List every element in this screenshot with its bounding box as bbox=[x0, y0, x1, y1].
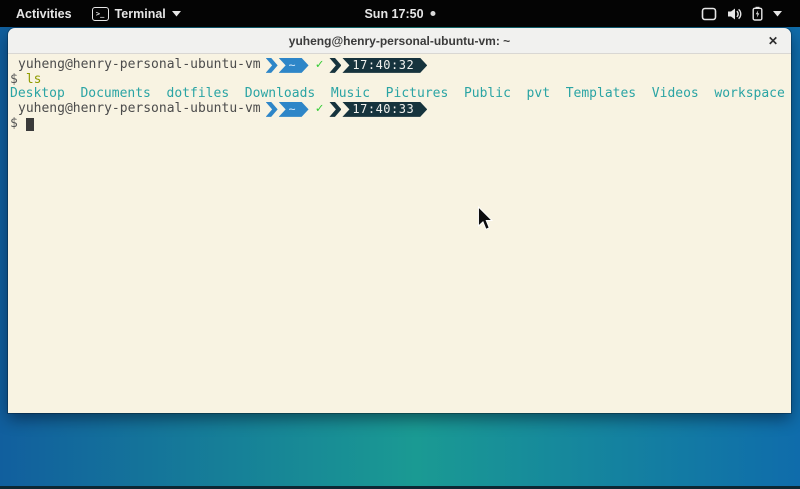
prompt-user: yuheng@henry-personal-ubuntu-vm bbox=[18, 102, 261, 117]
prompt-cwd: ~ bbox=[279, 102, 309, 117]
caret-down-icon bbox=[172, 11, 181, 17]
screen-icon bbox=[701, 7, 717, 21]
ls-output: Desktop Documents dotfiles Downloads Mus… bbox=[10, 87, 789, 102]
prompt-time: 17:40:33 bbox=[342, 102, 427, 117]
prompt-symbol: $ bbox=[10, 73, 18, 88]
prompt-line: yuheng@henry-personal-ubuntu-vm ~ ✓ 17:4… bbox=[10, 102, 789, 117]
terminal-window: yuheng@henry-personal-ubuntu-vm: ~ ✕ yuh… bbox=[8, 28, 791, 413]
terminal-cursor bbox=[26, 118, 34, 131]
system-menu-button[interactable] bbox=[701, 6, 782, 21]
titlebar[interactable]: yuheng@henry-personal-ubuntu-vm: ~ ✕ bbox=[8, 28, 791, 54]
terminal-screen[interactable]: yuheng@henry-personal-ubuntu-vm ~ ✓ 17:4… bbox=[8, 54, 791, 413]
powerline-arrow-icon bbox=[329, 58, 341, 73]
battery-charging-icon bbox=[752, 6, 763, 21]
powerline-arrow-icon bbox=[266, 102, 278, 117]
status-check-icon: ✓ bbox=[316, 58, 324, 73]
terminal-icon: >_ bbox=[92, 7, 109, 21]
desktop: { "top_bar": { "activities_label": "Acti… bbox=[0, 0, 800, 489]
activities-button[interactable]: Activities bbox=[12, 5, 76, 23]
notification-dot bbox=[431, 11, 436, 16]
powerline-arrow-icon bbox=[266, 58, 278, 73]
close-icon[interactable]: ✕ bbox=[768, 35, 778, 47]
app-menu-button[interactable]: >_ Terminal bbox=[92, 7, 181, 21]
prompt-line: yuheng@henry-personal-ubuntu-vm ~ ✓ 17:4… bbox=[10, 58, 789, 73]
input-line: $ bbox=[10, 117, 789, 132]
command-line: $ ls bbox=[10, 73, 789, 88]
clock-label: Sun 17:50 bbox=[364, 7, 423, 21]
powerline-arrow-icon bbox=[329, 102, 341, 117]
window-title: yuheng@henry-personal-ubuntu-vm: ~ bbox=[289, 34, 510, 48]
chevron-down-icon bbox=[773, 11, 782, 17]
prompt-time: 17:40:32 bbox=[342, 58, 427, 73]
prompt-user: yuheng@henry-personal-ubuntu-vm bbox=[18, 58, 261, 73]
prompt-symbol: $ bbox=[10, 117, 18, 132]
status-check-icon: ✓ bbox=[316, 102, 324, 117]
clock-button[interactable]: Sun 17:50 bbox=[364, 0, 435, 27]
mouse-cursor bbox=[477, 206, 496, 233]
volume-icon bbox=[727, 7, 742, 21]
command-text: ls bbox=[26, 73, 42, 88]
top-bar: Activities >_ Terminal Sun 17:50 bbox=[0, 0, 800, 27]
app-menu-label: Terminal bbox=[115, 7, 166, 21]
prompt-cwd: ~ bbox=[279, 58, 309, 73]
